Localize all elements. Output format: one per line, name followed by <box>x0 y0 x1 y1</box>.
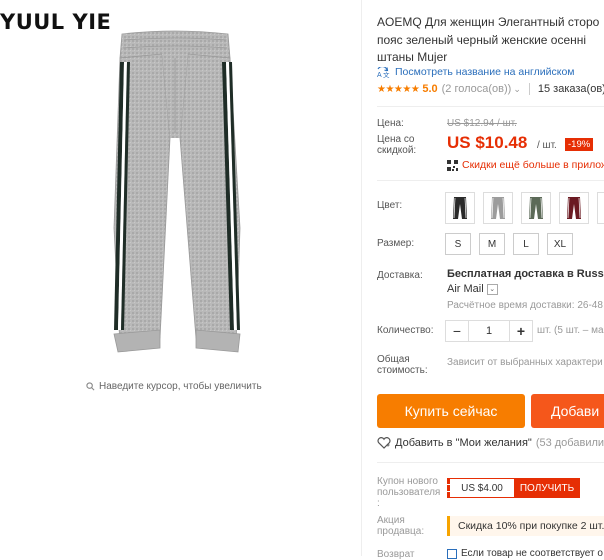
original-price: US $12.94 / шт. <box>447 118 517 129</box>
color-swatch-wine[interactable] <box>559 192 589 224</box>
size-option[interactable]: M <box>479 233 505 255</box>
color-swatch-green[interactable] <box>521 192 551 224</box>
coupon-label-line-1: Купон нового <box>377 476 438 487</box>
divider-top <box>377 106 604 107</box>
size-option[interactable]: S <box>445 233 471 255</box>
rating-row: ★★★★★ 5.0 (2 голоса(ов)) ⌄ 15 заказа(ов) <box>377 83 604 95</box>
new-user-coupon-label: Купон нового пользователя : <box>377 476 440 509</box>
size-option[interactable]: XL <box>547 233 573 255</box>
add-to-wishlist-link[interactable]: Добавить в "Мои желания" (53 добавили) <box>377 437 604 449</box>
shipping-label: Доставка: <box>377 270 423 281</box>
rating-score: 5.0 <box>422 83 438 95</box>
coupon-label-line-2: пользователя <box>377 487 441 498</box>
price-label: Цена: <box>377 118 404 129</box>
chevron-down-icon[interactable]: ⌄ <box>486 283 498 295</box>
buy-now-button[interactable]: Купить сейчас <box>377 394 525 428</box>
app-promo-link[interactable]: Скидки ещё больше в прилож <box>447 159 604 171</box>
quantity-stepper: − 1 + <box>445 320 533 342</box>
size-options: S M L XL <box>445 233 573 255</box>
chevron-down-icon[interactable]: ⌄ <box>513 84 521 95</box>
quantity-increase-button[interactable]: + <box>509 320 533 342</box>
coupon-label-line-3: : <box>377 498 380 509</box>
pants-thumbnail-icon <box>567 197 581 219</box>
total-value: Зависит от выбранных характери <box>447 357 603 368</box>
color-swatch-black[interactable] <box>445 192 475 224</box>
title-line-1: AOEMQ Для женщин Элегантный сторо <box>377 15 600 29</box>
color-options <box>445 192 604 224</box>
product-image[interactable] <box>100 28 250 358</box>
shipping-method: Бесплатная доставка в Russian <box>447 268 604 280</box>
coupon-box: US $4.00 ПОЛУЧИТЬ <box>447 478 580 498</box>
rating-separator <box>528 83 530 95</box>
return-text: Если товар не соответствует о <box>461 548 603 559</box>
rating-stars: ★★★★★ <box>377 83 420 95</box>
product-gallery[interactable]: YUUL YIE Наведите курсор, чтобы увеличит… <box>0 0 360 556</box>
return-policy: Если товар не соответствует о <box>447 548 603 559</box>
svg-text:文: 文 <box>383 70 390 78</box>
seller-promo-label-line-2: продавца: <box>377 526 425 537</box>
quantity-available: шт. (5 шт. – ма <box>537 325 604 336</box>
total-label-line-1: Общая <box>377 354 410 365</box>
size-option[interactable]: L <box>513 233 539 255</box>
get-coupon-button[interactable]: ПОЛУЧИТЬ <box>514 478 580 498</box>
svg-text:A: A <box>377 72 382 78</box>
sale-price: US $10.48 <box>447 133 528 152</box>
coupon-value: US $4.00 <box>450 478 514 498</box>
total-label: Общая стоимость: <box>377 354 428 376</box>
discount-badge: -19% <box>565 138 594 151</box>
quantity-label: Количество: <box>377 325 434 336</box>
return-label: Возврат <box>377 549 415 560</box>
qr-code-icon <box>447 159 458 171</box>
app-promo-text[interactable]: Скидки ещё больше в прилож <box>462 159 604 171</box>
orders-count: 15 заказа(ов) <box>537 83 604 95</box>
zoom-hint-text: Наведите курсор, чтобы увеличить <box>99 381 262 392</box>
shipping-carrier-select[interactable]: Air Mail ⌄ <box>447 283 498 295</box>
pants-thumbnail-icon <box>491 197 505 219</box>
seller-promo-box: Скидка 10% при покупке 2 шт. <box>447 516 604 536</box>
divider-bottom <box>377 462 604 463</box>
size-label: Размер: <box>377 238 415 249</box>
brand-watermark: YUUL YIE <box>0 10 112 34</box>
shield-icon <box>447 548 457 559</box>
add-to-cart-button[interactable]: Добави <box>531 394 604 428</box>
discount-price-label: Цена со скидкой: <box>377 134 416 156</box>
price-unit: / шт. <box>537 140 557 151</box>
delivery-estimate: Расчётное время доставки: 26-48 <box>447 300 603 311</box>
title-line-3: штаны Mujer <box>377 50 448 64</box>
rating-votes[interactable]: (2 голоса(ов)) <box>442 83 512 95</box>
translate-link-text[interactable]: Посмотреть название на английском <box>395 66 575 78</box>
translate-icon: A 文 <box>377 66 390 78</box>
heart-icon <box>377 437 391 449</box>
pants-thumbnail-icon <box>453 197 467 219</box>
color-swatch-blue[interactable] <box>597 192 604 224</box>
seller-promo-label: Акция продавца: <box>377 515 424 537</box>
shipping-carrier[interactable]: Air Mail <box>447 283 484 295</box>
seller-promo-label-line-1: Акция <box>377 515 405 526</box>
quantity-decrease-button[interactable]: − <box>445 320 469 342</box>
total-label-line-2: стоимость: <box>377 365 428 376</box>
color-swatch-grey[interactable] <box>483 192 513 224</box>
quantity-input[interactable]: 1 <box>469 320 509 342</box>
zoom-hint: Наведите курсор, чтобы увеличить <box>86 381 262 392</box>
product-title: AOEMQ Для женщин Элегантный сторо пояс з… <box>377 14 604 67</box>
color-label: Цвет: <box>377 200 403 211</box>
wishlist-text[interactable]: Добавить в "Мои желания" <box>395 437 532 449</box>
translate-title-link[interactable]: A 文 Посмотреть название на английском <box>377 66 575 78</box>
title-line-2: пояс зеленый черный женские осенні <box>377 32 587 47</box>
divider-price <box>377 180 604 181</box>
pants-thumbnail-icon <box>529 197 543 219</box>
discount-price-label-line-2: скидкой: <box>377 145 417 156</box>
wishlist-count: (53 добавили) <box>535 437 604 449</box>
panel-divider <box>361 0 362 556</box>
magnifier-icon <box>86 382 95 391</box>
discount-price-label-line-1: Цена со <box>377 134 415 145</box>
